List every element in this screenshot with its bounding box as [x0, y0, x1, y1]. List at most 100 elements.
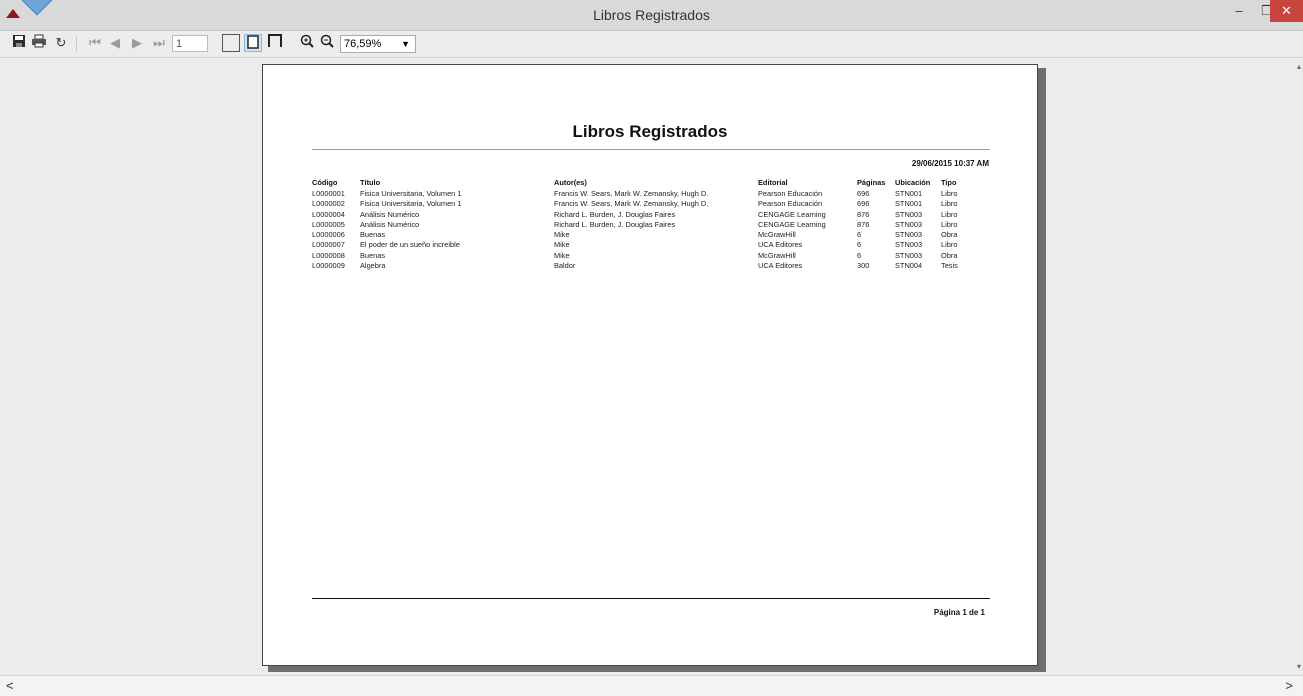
table-cell: CENGAGE Learning — [758, 209, 826, 219]
table-cell: L0000002 — [312, 199, 345, 209]
table-cell: Mike — [554, 240, 570, 250]
column-header: Título — [360, 178, 381, 187]
table-cell: 876 — [857, 209, 870, 219]
table-row: L0000009 Algebra Baldor UCA Editores 300… — [312, 261, 992, 271]
table-cell: Análisis Numérico — [360, 209, 420, 219]
table-cell: McGrawHill — [758, 250, 796, 260]
table-cell: 876 — [857, 219, 870, 229]
table-cell: 6 — [857, 250, 862, 260]
table-cell: Pearson Educación — [758, 189, 823, 198]
column-header: Autor(es) — [554, 178, 587, 187]
table-row: L0000005 Análisis Numérico Richard L. Bu… — [312, 220, 992, 230]
prev-page-icon[interactable]: ◀ — [106, 34, 124, 52]
title-bar: Libros Registrados ‒ ❐ ✕ — [0, 0, 1303, 31]
table-row: L0000006 Buenas Mike McGrawHill 6 STN003… — [312, 230, 992, 240]
minimize-button[interactable]: ‒ — [1225, 0, 1253, 22]
table-cell: STN003 — [895, 240, 923, 250]
vertical-scrollbar[interactable]: ▴ ▾ — [1293, 58, 1303, 675]
table-cell: L0000009 — [312, 261, 345, 271]
report-title: Libros Registrados — [572, 122, 728, 141]
table-cell: Libro — [941, 219, 958, 229]
table-cell: Libro — [941, 189, 958, 198]
chevron-down-icon: ▼ — [401, 39, 410, 49]
table-cell: L0000004 — [312, 209, 345, 219]
table-cell: STN001 — [895, 199, 923, 209]
table-cell: L0000001 — [312, 189, 345, 198]
column-header: Editorial — [758, 178, 788, 187]
table-cell: STN004 — [895, 261, 923, 271]
books-table: Código Título Autor(es) Editorial Página… — [312, 178, 992, 271]
table-cell: STN003 — [895, 219, 923, 229]
table-cell: Obra — [941, 230, 958, 240]
table-cell: UCA Editores — [758, 240, 803, 250]
print-icon[interactable] — [30, 34, 48, 52]
report-toolbar: ↻ ⏮ ◀ ▶ ⏭ 1 76,59% ▼ — [0, 31, 1303, 58]
zoom-out-icon[interactable] — [318, 34, 336, 52]
table-cell: STN003 — [895, 230, 923, 240]
title-divider — [312, 149, 990, 150]
zoom-in-icon[interactable] — [298, 34, 316, 52]
table-cell: Buenas — [360, 230, 386, 240]
toolbar-separator — [76, 36, 77, 52]
table-cell: STN003 — [895, 250, 923, 260]
column-header: Páginas — [857, 178, 886, 187]
refresh-icon[interactable]: ↻ — [52, 34, 70, 52]
table-cell: Buenas — [360, 250, 386, 260]
zoom-value: 76,59% — [344, 38, 382, 50]
footer-divider — [312, 598, 990, 599]
scroll-right-icon[interactable]: > — [1285, 678, 1293, 693]
table-cell: L0000008 — [312, 250, 345, 260]
close-button[interactable]: ✕ — [1270, 0, 1303, 22]
table-cell: Fisica Universitaria, Volumen 1 — [360, 189, 462, 198]
table-header-row: Código Título Autor(es) Editorial Página… — [312, 178, 992, 189]
page-number-input[interactable]: 1 — [172, 35, 208, 52]
table-cell: 6 — [857, 230, 862, 240]
column-header: Código — [312, 178, 338, 187]
horizontal-scrollbar[interactable]: < > — [0, 675, 1303, 696]
table-cell: CENGAGE Learning — [758, 219, 826, 229]
table-cell: UCA Editores — [758, 261, 803, 271]
table-cell: 696 — [857, 199, 870, 209]
table-cell: Análisis Numérico — [360, 219, 420, 229]
table-cell: Libro — [941, 209, 958, 219]
table-row: L0000007 El poder de un sueño increible … — [312, 240, 992, 250]
last-page-icon[interactable]: ⏭ — [150, 34, 168, 52]
table-cell: Pearson Educación — [758, 199, 823, 209]
table-cell: El poder de un sueño increible — [360, 240, 460, 250]
table-cell: L0000005 — [312, 219, 345, 229]
table-cell: Algebra — [360, 261, 386, 271]
scroll-up-icon[interactable]: ▴ — [1297, 62, 1301, 71]
page-width-icon[interactable] — [244, 34, 262, 52]
report-viewer[interactable]: Libros Registrados 29/06/2015 10:37 AM C… — [0, 58, 1303, 675]
full-page-icon[interactable] — [266, 34, 284, 52]
table-cell: L0000006 — [312, 230, 345, 240]
report-datetime: 29/06/2015 10:37 AM — [911, 159, 989, 168]
table-cell: Richard L. Burden, J. Douglas Faires — [554, 219, 676, 229]
table-cell: L0000007 — [312, 240, 345, 250]
scroll-down-icon[interactable]: ▾ — [1297, 662, 1301, 671]
table-cell: STN001 — [895, 189, 923, 198]
page-footer: Página 1 de 1 — [933, 608, 985, 617]
table-cell: Mike — [554, 250, 570, 260]
zoom-select[interactable]: 76,59% ▼ — [340, 35, 416, 53]
table-row: L0000002 Fisica Universitaria, Volumen 1… — [312, 199, 992, 209]
column-header: Tipo — [941, 178, 957, 187]
first-page-icon[interactable]: ⏮ — [86, 34, 104, 52]
table-cell: STN003 — [895, 209, 923, 219]
table-cell: Libro — [941, 240, 958, 250]
save-icon[interactable] — [10, 34, 28, 52]
table-row: L0000004 Análisis Numérico Richard L. Bu… — [312, 210, 992, 220]
table-row: L0000008 Buenas Mike McGrawHill 6 STN003… — [312, 251, 992, 261]
single-page-icon[interactable] — [222, 34, 240, 52]
table-cell: Francis W. Sears, Mark W. Zemansky, Hugh… — [554, 189, 709, 198]
table-cell: 6 — [857, 240, 862, 250]
scroll-left-icon[interactable]: < — [6, 678, 14, 693]
table-row: L0000001 Fisica Universitaria, Volumen 1… — [312, 189, 992, 199]
table-cell: 300 — [857, 261, 870, 271]
table-cell: Obra — [941, 250, 958, 260]
table-cell: Fisica Universitaria, Volumen 1 — [360, 199, 462, 209]
report-page: Libros Registrados 29/06/2015 10:37 AM C… — [262, 64, 1038, 666]
table-cell: Francis W. Sears, Mark W. Zemansky, Hugh… — [554, 199, 709, 209]
table-cell: Baldor — [554, 261, 576, 271]
next-page-icon[interactable]: ▶ — [128, 34, 146, 52]
